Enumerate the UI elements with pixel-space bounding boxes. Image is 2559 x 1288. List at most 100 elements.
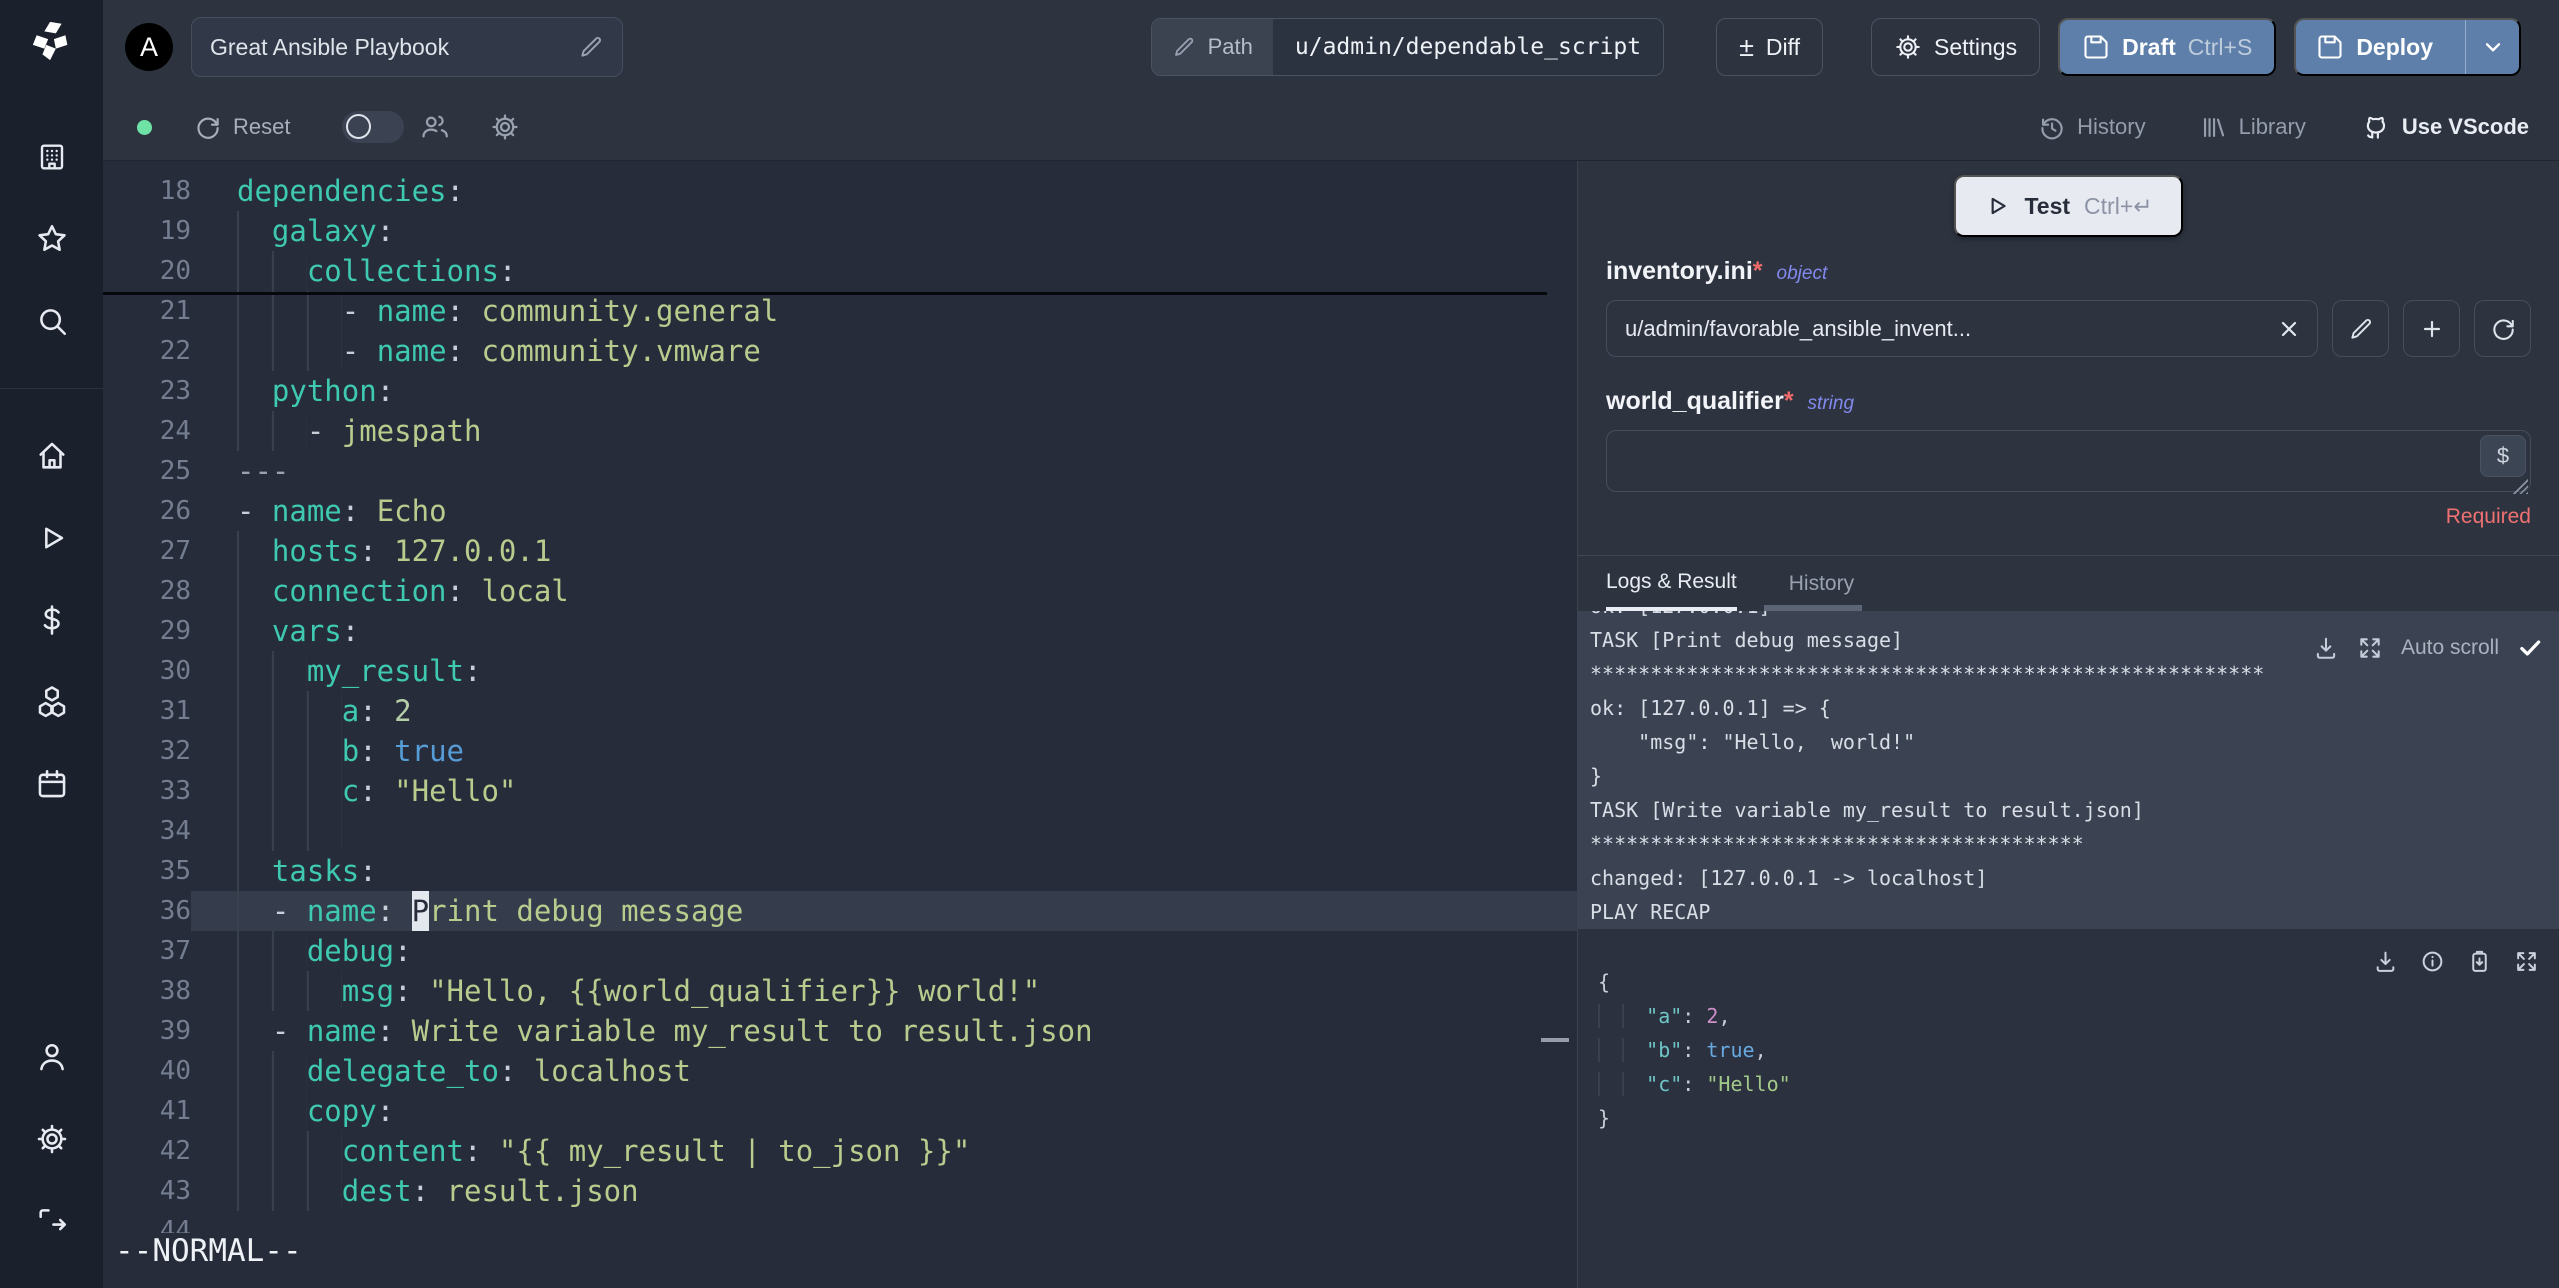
tab-history[interactable]: History <box>1789 556 1854 611</box>
inventory-input[interactable] <box>1607 301 2261 356</box>
editor-settings-gear-icon[interactable] <box>490 112 520 142</box>
editor-line[interactable]: 34 <box>103 811 1577 851</box>
world-qualifier-textarea[interactable] <box>1606 430 2531 492</box>
inventory-field-label: inventory.ini* object <box>1606 257 2531 286</box>
editor-line[interactable]: 40 delegate_to: localhost <box>103 1051 1577 1091</box>
editor-line[interactable]: 27 hosts: 127.0.0.1 <box>103 531 1577 571</box>
code-editor[interactable]: 18 dependencies:19 galaxy:20 collections:… <box>103 161 1577 1288</box>
world-qualifier-name: world_qualifier <box>1606 387 1784 415</box>
favorites-star-icon[interactable] <box>22 209 82 269</box>
test-button[interactable]: Test Ctrl+↵ <box>1954 175 2183 237</box>
logs-panel: ok: [127.0.0.1] TASK [Print debug messag… <box>1578 611 2559 929</box>
required-asterisk: * <box>1752 257 1763 285</box>
draft-shortcut: Ctrl+S <box>2187 33 2253 60</box>
editor-line[interactable]: 28 connection: local <box>103 571 1577 611</box>
diff-button[interactable]: ± Diff <box>1716 18 1823 76</box>
library-button[interactable]: Library <box>2200 114 2306 141</box>
inventory-input-wrap <box>1606 300 2318 357</box>
editor-line[interactable]: 37 debug: <box>103 931 1577 971</box>
edit-path-pencil-icon <box>1172 35 1196 59</box>
reset-label: Reset <box>233 114 291 139</box>
editor-line[interactable]: 31 a: 2 <box>103 691 1577 731</box>
editor-line[interactable]: 33 c: "Hello" <box>103 771 1577 811</box>
editor-line[interactable]: 43 dest: result.json <box>103 1171 1577 1211</box>
play-icon <box>1992 197 2007 215</box>
world-qualifier-type: string <box>1807 393 1855 414</box>
octocat-icon <box>2366 116 2385 139</box>
add-resource-plus-button[interactable] <box>2403 300 2460 357</box>
download-logs-icon[interactable] <box>2313 635 2339 661</box>
edit-resource-pencil-button[interactable] <box>2332 300 2389 357</box>
expand-result-icon[interactable] <box>2514 949 2539 974</box>
workspace-building-icon[interactable] <box>22 127 82 187</box>
editor-line[interactable]: 18 dependencies: <box>103 171 1577 211</box>
clear-x-icon[interactable] <box>2261 317 2317 341</box>
windmill-logo-icon[interactable] <box>29 18 75 64</box>
editor-line[interactable]: 26- name: Echo <box>103 491 1577 531</box>
runs-play-icon[interactable] <box>22 508 82 568</box>
path-button[interactable]: Path u/admin/dependable_script <box>1150 18 1665 76</box>
editor-line[interactable]: 21 - name: community.general <box>103 291 1577 331</box>
required-error: Required <box>2445 505 2531 528</box>
logout-icon[interactable] <box>22 1191 82 1251</box>
history-button[interactable]: History <box>2038 114 2146 141</box>
settings-gear-icon[interactable] <box>22 1109 82 1169</box>
result-panel: { "a": 2, "b": true, "c": "Hello"} <box>1578 929 2559 1288</box>
autoscroll-check-icon[interactable] <box>2517 635 2543 661</box>
settings-button[interactable]: Settings <box>1870 18 2041 76</box>
editor-line[interactable]: 41 copy: <box>103 1091 1577 1131</box>
overview-ruler-marker <box>1541 1038 1569 1042</box>
edit-title-pencil-icon[interactable] <box>578 34 604 60</box>
search-icon[interactable] <box>22 291 82 351</box>
editor-line[interactable]: 32 b: true <box>103 731 1577 771</box>
editor-line[interactable]: 20 collections: <box>103 251 1577 291</box>
variable-picker-dollar-button[interactable]: $ <box>2480 435 2526 477</box>
tab-logs-result[interactable]: Logs & Result <box>1606 556 1737 611</box>
result-tabbar: Logs & Result History <box>1578 555 2559 611</box>
app-title-input[interactable]: Great Ansible Playbook <box>191 17 623 77</box>
editor-line[interactable]: 39 - name: Write variable my_result to r… <box>103 1011 1577 1051</box>
save-icon <box>2316 33 2344 61</box>
inventory-name: inventory.ini <box>1606 257 1753 285</box>
editor-line[interactable]: 42 content: "{{ my_result | to_json }}" <box>103 1131 1577 1171</box>
deploy-button[interactable]: Deploy <box>2294 18 2521 76</box>
save-icon <box>2082 33 2110 61</box>
inventory-type: object <box>1776 263 1828 284</box>
sidebar <box>0 0 103 1288</box>
schedules-calendar-icon[interactable] <box>22 754 82 814</box>
editor-line[interactable]: 19 galaxy: <box>103 211 1577 251</box>
right-panel: Test Ctrl+↵ inventory.ini* object u/admi… <box>1577 161 2559 1288</box>
editor-line[interactable]: 22 - name: community.vmware <box>103 331 1577 371</box>
editor-line[interactable]: 35 tasks: <box>103 851 1577 891</box>
editor-line[interactable]: 25 --- <box>103 451 1577 491</box>
deploy-dropdown-chevron-icon[interactable] <box>2465 20 2519 74</box>
gear-icon <box>1894 33 1922 61</box>
diff-label: Diff <box>1765 33 1800 60</box>
editor-line[interactable]: 23 python: <box>103 371 1577 411</box>
use-vscode-button[interactable]: Use VScode <box>2360 112 2529 142</box>
editor-line[interactable]: 29 vars: <box>103 611 1577 651</box>
editor-toolbar: Reset History Library Use VScode <box>103 94 2559 161</box>
variables-dollar-icon[interactable] <box>22 590 82 650</box>
info-icon[interactable] <box>2420 949 2445 974</box>
account-user-icon[interactable] <box>22 1027 82 1087</box>
refresh-button[interactable] <box>2474 300 2531 357</box>
editor-line[interactable]: 36 - name: Print debug message <box>103 891 1577 931</box>
download-result-icon[interactable] <box>2373 949 2398 974</box>
copy-clipboard-icon[interactable] <box>2467 949 2492 974</box>
diff-toggle[interactable] <box>342 111 405 143</box>
sticky-scroll-border <box>103 292 1547 295</box>
editor-line[interactable]: 24 - jmespath <box>103 411 1577 451</box>
deploy-label: Deploy <box>2356 33 2433 60</box>
home-icon[interactable] <box>22 426 82 486</box>
expand-logs-icon[interactable] <box>2357 635 2383 661</box>
draft-button[interactable]: Draft Ctrl+S <box>2058 18 2277 76</box>
topbar: A Great Ansible Playbook Path u/admin/de… <box>103 0 2559 94</box>
diff-icon: ± <box>1739 31 1754 62</box>
collaborators-users-icon[interactable] <box>420 112 450 142</box>
editor-line[interactable]: 38 msg: "Hello, {{world_qualifier}} worl… <box>103 971 1577 1011</box>
resources-cubes-icon[interactable] <box>22 672 82 732</box>
editor-line[interactable]: 30 my_result: <box>103 651 1577 691</box>
reset-button[interactable]: Reset <box>194 114 290 141</box>
path-label: Path <box>1207 34 1253 59</box>
